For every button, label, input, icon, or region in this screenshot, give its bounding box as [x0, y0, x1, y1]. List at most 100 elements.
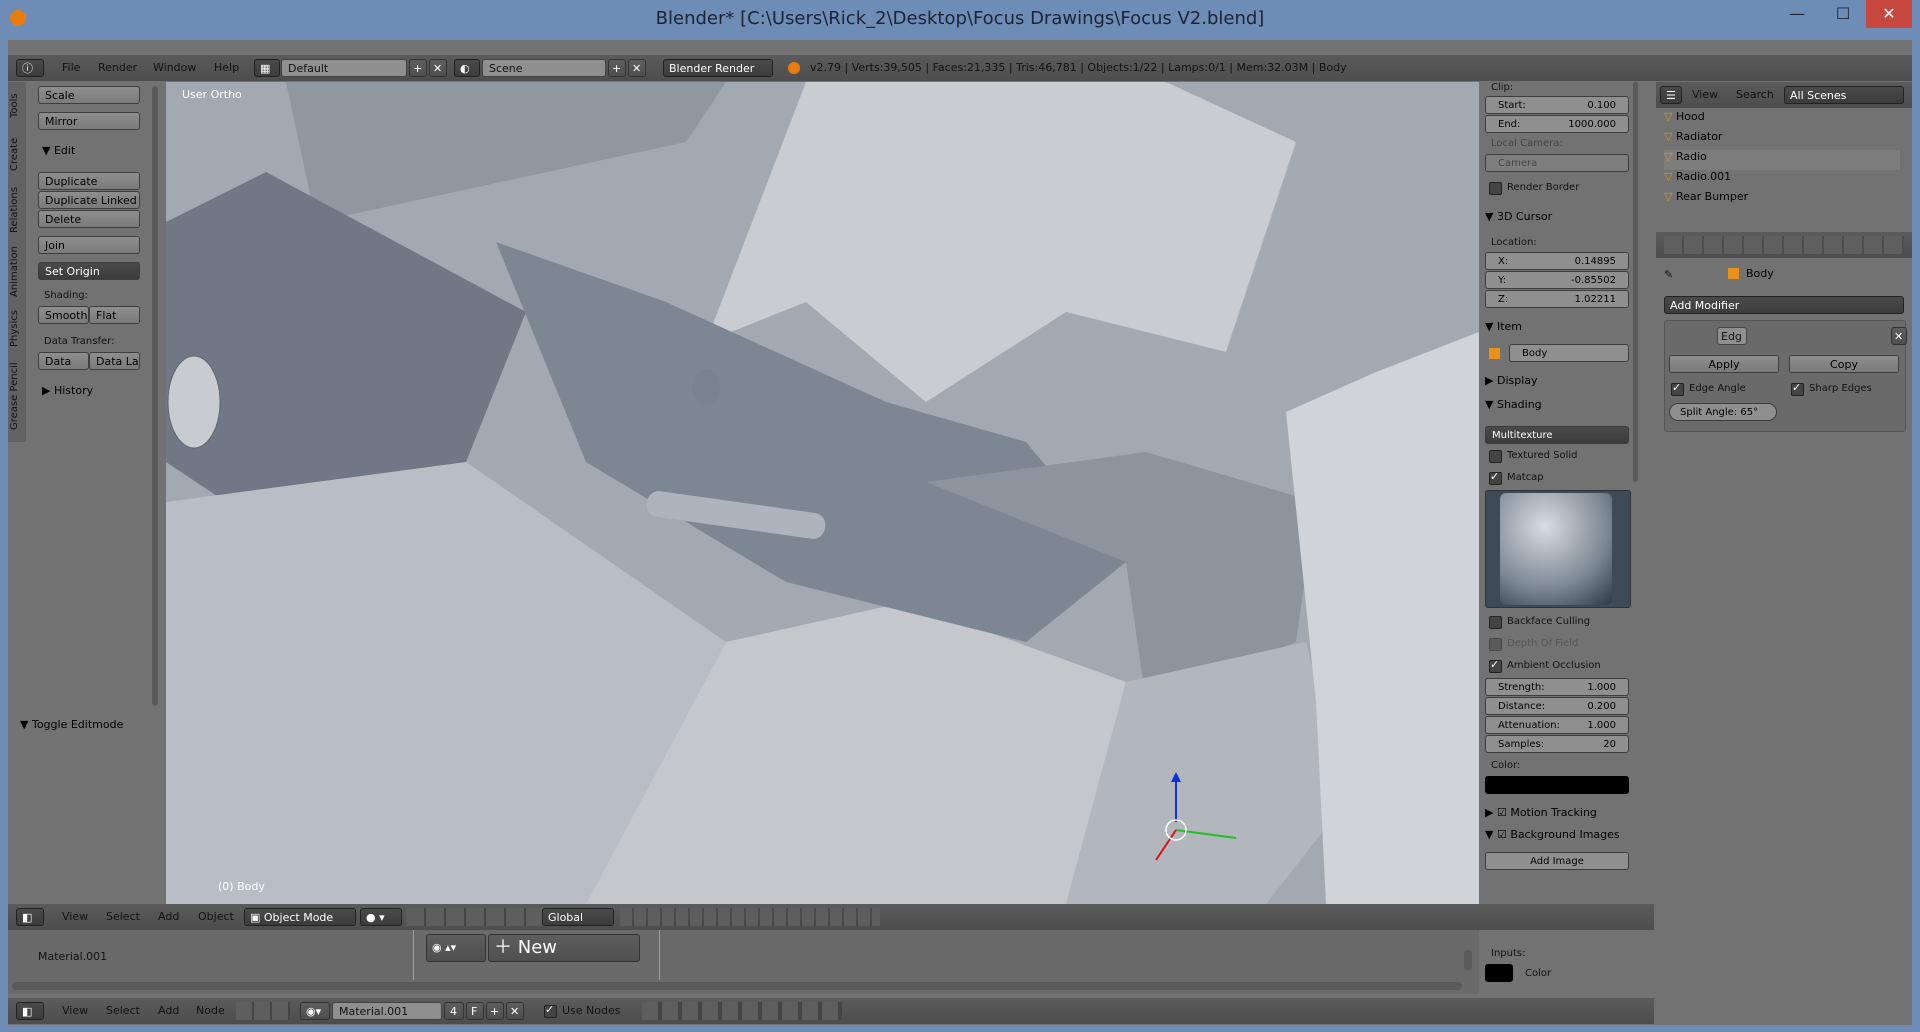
edit-panel-header[interactable]: ▼ Edit [42, 144, 75, 157]
data-layout-button[interactable]: Data La [89, 352, 140, 370]
camera-field[interactable]: Camera [1485, 154, 1629, 172]
material-preview-icon[interactable]: ◉ ▴▾ [426, 934, 486, 962]
tab-tools[interactable]: Tools [9, 86, 25, 126]
motion-tracking-header[interactable]: ▶ ☑ Motion Tracking [1485, 806, 1597, 819]
outliner-view-menu[interactable]: View [1692, 88, 1718, 101]
duplicate-linked-button[interactable]: Duplicate Linked [38, 191, 140, 209]
vp-menu-select[interactable]: Select [106, 910, 140, 923]
vp-menu-object[interactable]: Object [198, 910, 234, 923]
unlink-material-icon[interactable]: ✕ [506, 1002, 524, 1020]
apply-button[interactable]: Apply [1669, 355, 1779, 373]
edge-angle-checkbox[interactable] [1671, 381, 1684, 396]
node-menu-view[interactable]: View [62, 1004, 88, 1017]
node-menu-node[interactable]: Node [196, 1004, 225, 1017]
pin-icon[interactable]: ✎ [1664, 268, 1676, 281]
outliner-row-hood[interactable]: ▽ Hood [1664, 110, 1900, 130]
tab-create[interactable]: Create [9, 130, 25, 178]
join-button[interactable]: Join [38, 236, 140, 254]
textured-solid-checkbox[interactable] [1489, 450, 1502, 463]
npanel-scrollbar[interactable] [1633, 82, 1638, 482]
use-nodes-checkbox[interactable] [544, 1003, 557, 1018]
render-engine-select[interactable]: Blender Render [663, 59, 773, 77]
ao-attenuation-field[interactable]: Attenuation: 1.000 [1485, 716, 1629, 734]
vp-menu-view[interactable]: View [62, 910, 88, 923]
outliner-search-menu[interactable]: Search [1736, 88, 1774, 101]
toggle-editmode-header[interactable]: ▼ Toggle Editmode [20, 718, 123, 731]
item-name-field[interactable]: Body [1509, 344, 1629, 362]
node-editor[interactable]: Material.001 ◉ ▴▾ ＋ New [8, 930, 1654, 994]
outliner-row-rear-bumper[interactable]: ▽ Rear Bumper [1664, 190, 1900, 210]
mirror-button[interactable]: Mirror [38, 112, 140, 130]
ao-strength-field[interactable]: Strength: 1.000 [1485, 678, 1629, 696]
shading-section-header[interactable]: ▼ Shading [1485, 398, 1542, 411]
scale-button[interactable]: Scale [38, 86, 140, 104]
add-scene-icon[interactable]: + [608, 59, 626, 77]
fake-user-button[interactable]: F [466, 1002, 484, 1020]
layout-grid-icon[interactable]: ▦ [254, 59, 280, 77]
node-menu-add[interactable]: Add [158, 1004, 179, 1017]
outliner-row-radiator[interactable]: ▽ Radiator [1664, 130, 1900, 150]
ao-distance-field[interactable]: Distance: 0.200 [1485, 697, 1629, 715]
outliner-row-radio-001[interactable]: ▽ Radio.001 [1664, 170, 1900, 190]
sharp-edges-checkbox[interactable] [1791, 381, 1804, 396]
tab-relations[interactable]: Relations [9, 182, 25, 238]
new-material-button[interactable]: ＋ New [488, 934, 640, 962]
material-users-count[interactable]: 4 [444, 1002, 464, 1020]
dof-checkbox[interactable] [1489, 638, 1502, 651]
tab-animation[interactable]: Animation [9, 242, 25, 302]
add-image-button[interactable]: Add Image [1485, 852, 1629, 870]
add-layout-icon[interactable]: + [409, 59, 427, 77]
menu-help[interactable]: Help [214, 61, 239, 74]
layer-and-snap-icons[interactable] [620, 908, 880, 926]
render-border-checkbox[interactable] [1489, 182, 1502, 195]
node-menu-select[interactable]: Select [106, 1004, 140, 1017]
input-color-swatch[interactable] [1485, 964, 1513, 982]
smooth-button[interactable]: Smooth [38, 306, 89, 324]
scene-icon[interactable]: ◐ [454, 59, 480, 77]
cursor-z-field[interactable]: Z: 1.02211 [1485, 290, 1629, 308]
history-panel-header[interactable]: ▶ History [42, 384, 93, 397]
node-tree-type-icons[interactable] [236, 1002, 290, 1020]
add-material-icon[interactable]: + [486, 1002, 504, 1020]
vp-menu-add[interactable]: Add [158, 910, 179, 923]
object-mode-select[interactable]: ▣ Object Mode [244, 908, 356, 926]
ao-samples-field[interactable]: Samples: 20 [1485, 735, 1629, 753]
scene-field[interactable]: Scene [482, 59, 606, 77]
material-name-field[interactable]: Material.001 [332, 1002, 442, 1020]
ao-checkbox[interactable] [1489, 658, 1502, 673]
layout-field[interactable]: Default [281, 59, 407, 77]
split-angle-field[interactable]: Split Angle: 65° [1669, 403, 1777, 421]
ao-color-swatch[interactable] [1485, 776, 1629, 794]
node-editor-scrollbar[interactable] [1464, 950, 1472, 970]
close-button[interactable]: ✕ [1866, 0, 1912, 28]
modifier-name-field[interactable]: Edg [1717, 327, 1747, 345]
tab-grease-pencil[interactable]: Grease Pencil [9, 356, 25, 436]
copy-button[interactable]: Copy [1789, 355, 1899, 373]
backface-culling-checkbox[interactable] [1489, 616, 1502, 629]
background-images-header[interactable]: ▼ ☑ Background Images [1485, 828, 1620, 841]
maximize-button[interactable]: ☐ [1820, 0, 1866, 28]
node-editor-type-icon[interactable]: ◧ [16, 1002, 44, 1020]
menu-window[interactable]: Window [153, 61, 196, 74]
modifier-remove-icon[interactable]: ✕ [1891, 327, 1907, 345]
cursor-section-header[interactable]: ▼ 3D Cursor [1485, 210, 1552, 223]
node-header-tool-icons[interactable] [642, 1002, 842, 1020]
tool-shelf-scrollbar[interactable] [152, 86, 158, 706]
remove-scene-icon[interactable]: ✕ [628, 59, 646, 77]
viewport-editor-icon[interactable]: ◧ [16, 908, 44, 926]
node-editor-hscrollbar[interactable] [12, 982, 1462, 990]
minimize-button[interactable]: — [1774, 0, 1820, 28]
add-modifier-select[interactable]: Add Modifier [1664, 296, 1904, 314]
remove-layout-icon[interactable]: ✕ [429, 59, 447, 77]
info-editor-icon[interactable]: ⓘ [16, 59, 44, 77]
viewport-shading-select[interactable]: ● ▾ [360, 908, 402, 926]
material-browse-icon[interactable]: ◉▾ [300, 1002, 330, 1020]
matcap-checkbox[interactable] [1489, 470, 1502, 485]
item-section-header[interactable]: ▼ Item [1485, 320, 1522, 333]
3d-viewport[interactable]: User Ortho (0) Body [166, 82, 1479, 904]
outliner-editor-icon[interactable]: ☰ [1660, 86, 1682, 104]
tab-physics[interactable]: Physics [9, 306, 25, 352]
clip-start-field[interactable]: Start: 0.100 [1485, 96, 1629, 114]
data-button[interactable]: Data [38, 352, 89, 370]
menu-render[interactable]: Render [98, 61, 137, 74]
